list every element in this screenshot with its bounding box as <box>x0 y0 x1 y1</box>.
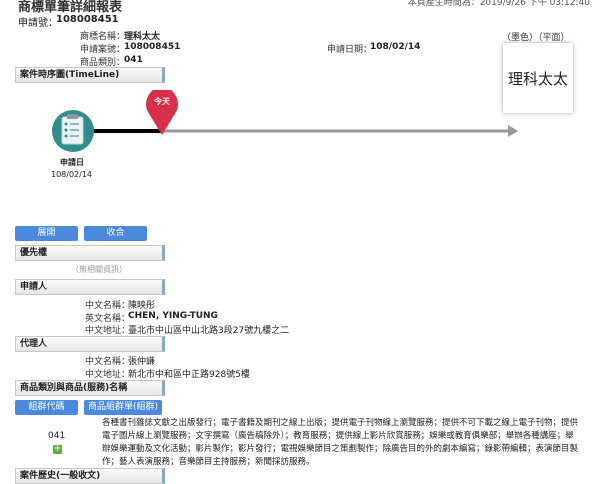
goods-section-header: 商品類別與商品(服務)名稱 <box>15 380 165 396</box>
applicant-cname-label: 中文名稱： <box>85 301 131 311</box>
priority-section-header: 優先權 <box>15 245 165 261</box>
class-value: 041 <box>124 55 143 65</box>
clipboard-icon <box>52 110 94 152</box>
case-no-label: 申請案號： <box>80 45 126 55</box>
group-code-button[interactable]: 組群代碼 <box>15 400 78 415</box>
collapse-button[interactable]: 收合 <box>84 226 147 241</box>
applicant-section-header: 申請人 <box>15 279 165 295</box>
timeline-chart <box>52 90 518 152</box>
app-date-value: 108/02/14 <box>370 42 421 52</box>
applicant-ename-value: CHEN, YING-TUNG <box>128 311 218 321</box>
app-no-label: 申請號： <box>18 18 58 29</box>
trademark-name-label: 商標名稱： <box>80 32 126 42</box>
mark-tags: （墨色）（平面） <box>502 33 570 43</box>
goods-description: 各種書刊雜誌文獻之出版發行；電子書籍及期刊之線上出版；提供電子刊物線上瀏覽服務；… <box>102 418 579 467</box>
goods-class-code: 041 <box>48 431 66 441</box>
trademark-name-value: 理科太太 <box>124 32 161 42</box>
agent-addr-label: 中文地址： <box>85 370 131 380</box>
app-date-label: 申請日期： <box>327 45 373 55</box>
timeline-event-label: 申請日 <box>60 158 84 167</box>
applicant-addr-value: 臺北市中山區中山北路3段27號九樓之二 <box>128 326 290 336</box>
timeline-arrowhead <box>508 125 518 137</box>
applicant-addr-label: 中文地址： <box>85 326 131 336</box>
agent-cname-label: 中文名稱： <box>85 357 131 367</box>
goods-group-button[interactable]: 商品組群單(組群) <box>84 400 162 415</box>
generated-time: 本頁產生時間為：2019/9/26 下午 03:12:40 <box>407 0 590 8</box>
timeline-section-header: 案件時序圖(TimeLine) <box>15 67 165 83</box>
app-no-value: 108008451 <box>56 14 119 25</box>
report-title: 商標單筆詳細報表 <box>18 0 123 15</box>
history-section-header: 案件歷史(一般收文) <box>15 468 165 484</box>
agent-section-header: 代理人 <box>15 336 165 352</box>
today-label: 今天 <box>154 97 170 106</box>
priority-empty-note: （無相關資訊） <box>71 265 127 274</box>
expand-plus-icon[interactable]: + <box>53 445 62 454</box>
agent-cname-value: 張仲謙 <box>128 357 156 367</box>
expand-button[interactable]: 展開 <box>15 226 78 241</box>
agent-addr-value: 新北市中和區中正路928號5樓 <box>128 370 250 380</box>
applicant-cname-value: 陳映彤 <box>128 301 156 311</box>
timeline-event-date: 108/02/14 <box>51 170 93 179</box>
case-no-value: 108008451 <box>124 42 181 52</box>
